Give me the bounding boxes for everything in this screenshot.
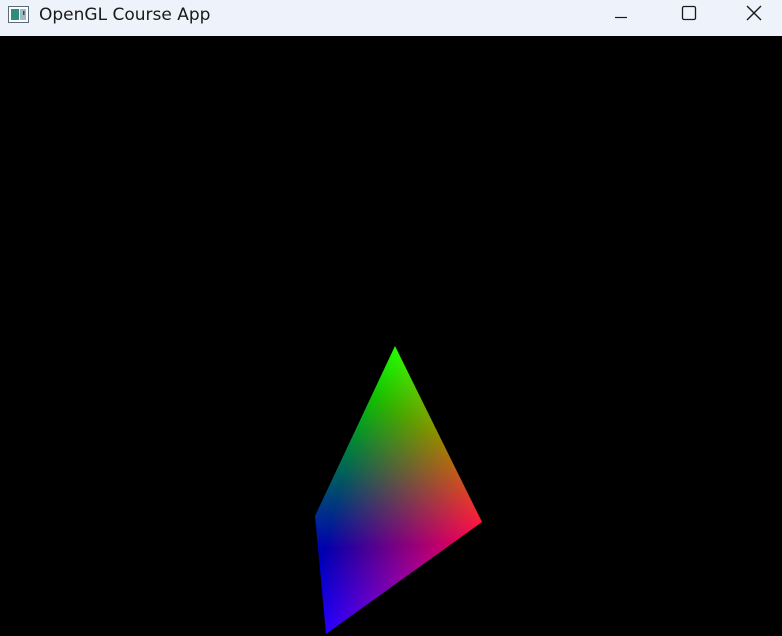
minimize-button[interactable] xyxy=(586,0,656,30)
close-button[interactable] xyxy=(725,0,782,30)
close-icon xyxy=(745,4,763,26)
window-app-icon xyxy=(8,6,29,23)
opengl-viewport[interactable] xyxy=(0,36,782,636)
minimize-icon xyxy=(613,5,629,25)
maximize-button[interactable] xyxy=(654,0,724,30)
rgb-triangle xyxy=(315,346,482,634)
maximize-icon xyxy=(681,5,697,25)
window-title: OpenGL Course App xyxy=(39,5,211,25)
title-bar[interactable]: OpenGL Course App xyxy=(0,0,782,36)
render-canvas xyxy=(315,346,482,634)
app-window: OpenGL Course App xyxy=(0,0,782,636)
